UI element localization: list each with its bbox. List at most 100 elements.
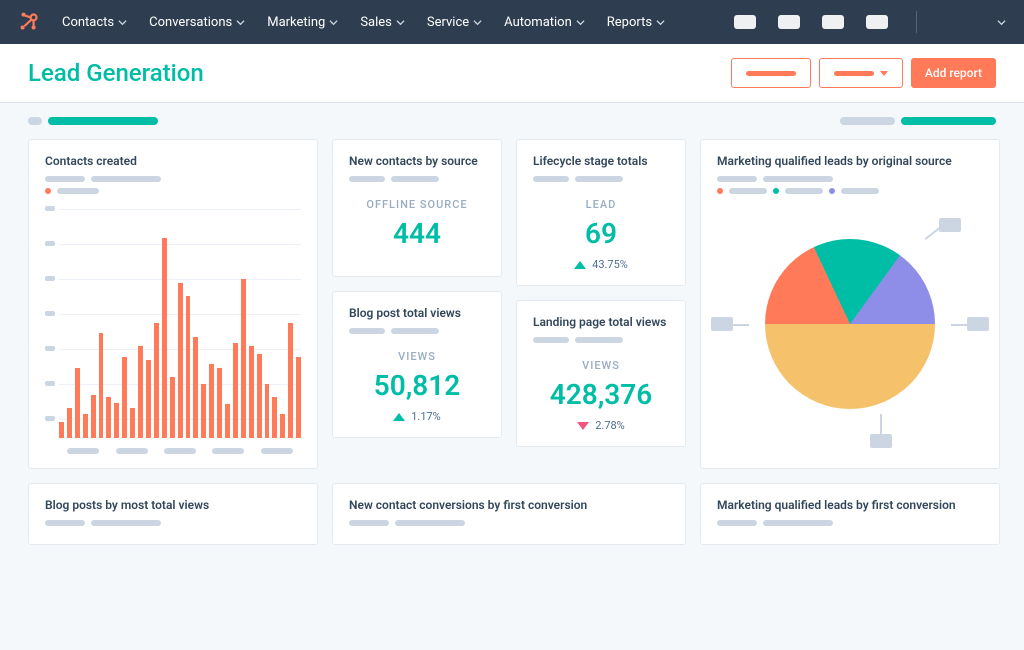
card-mql-by-original-source: Marketing qualified leads by original so… bbox=[700, 139, 1000, 469]
pie-chart bbox=[717, 204, 983, 444]
trend-up-icon bbox=[574, 261, 586, 269]
bar bbox=[122, 357, 127, 438]
bar bbox=[233, 343, 238, 438]
stat-label: LEAD bbox=[533, 198, 669, 211]
bar bbox=[257, 354, 262, 438]
pie-label bbox=[939, 218, 961, 232]
stat-value: 428,376 bbox=[533, 378, 669, 411]
stat-label: OFFLINE SOURCE bbox=[349, 198, 485, 211]
card-landing-page-total-views: Landing page total views VIEWS 428,376 2… bbox=[516, 300, 686, 447]
card-title: Blog post total views bbox=[349, 306, 485, 320]
bar bbox=[265, 384, 270, 438]
trend-up-icon bbox=[393, 413, 405, 421]
card-new-contact-conversions: New contact conversions by first convers… bbox=[332, 483, 686, 545]
nav-conversations[interactable]: Conversations bbox=[149, 15, 245, 30]
card-title: Contacts created bbox=[45, 154, 301, 168]
add-report-button[interactable]: Add report bbox=[911, 58, 996, 88]
hubspot-logo-icon bbox=[18, 11, 40, 33]
bar bbox=[138, 346, 143, 438]
chevron-down-icon bbox=[118, 18, 127, 27]
pie-label bbox=[870, 434, 892, 448]
chevron-down-icon bbox=[656, 18, 665, 27]
bar bbox=[209, 364, 214, 438]
bar bbox=[217, 368, 222, 438]
divider bbox=[916, 11, 917, 33]
bar bbox=[249, 346, 254, 438]
nav-reports[interactable]: Reports bbox=[607, 15, 665, 30]
x-axis-labels bbox=[59, 448, 301, 454]
bar bbox=[193, 337, 198, 438]
bar bbox=[67, 408, 72, 438]
bar bbox=[106, 397, 111, 438]
legend-dot bbox=[773, 188, 779, 194]
delta-value: 43.75% bbox=[592, 258, 628, 271]
delta-value: 2.78% bbox=[595, 419, 625, 432]
nav-contacts[interactable]: Contacts bbox=[62, 15, 127, 30]
stat-value: 69 bbox=[533, 217, 669, 250]
nav-automation[interactable]: Automation bbox=[504, 15, 585, 30]
filter-chip-active[interactable] bbox=[48, 117, 158, 125]
card-title: Lifecycle stage totals bbox=[533, 154, 669, 168]
nav-marketing[interactable]: Marketing bbox=[267, 15, 338, 30]
nav-action[interactable] bbox=[778, 15, 800, 29]
stat-label: VIEWS bbox=[349, 350, 485, 363]
dashboard-grid: Contacts created New contacts by source … bbox=[0, 139, 1024, 469]
bar bbox=[162, 238, 167, 438]
stat-value: 50,812 bbox=[349, 369, 485, 402]
header-outline-button-2[interactable] bbox=[819, 58, 903, 88]
filter-chip[interactable] bbox=[840, 117, 895, 125]
delta-value: 1.17% bbox=[411, 410, 441, 423]
legend-dot bbox=[829, 188, 835, 194]
card-title: New contact conversions by first convers… bbox=[349, 498, 669, 512]
card-title: New contacts by source bbox=[349, 154, 485, 168]
stat-label: VIEWS bbox=[533, 359, 669, 372]
card-blog-posts-by-most-total-views: Blog posts by most total views bbox=[28, 483, 318, 545]
card-title: Marketing qualified leads by original so… bbox=[717, 154, 983, 168]
chevron-down-icon bbox=[576, 18, 585, 27]
card-title: Landing page total views bbox=[533, 315, 669, 329]
bar bbox=[225, 404, 230, 438]
nav-action[interactable] bbox=[866, 15, 888, 29]
chevron-down-icon bbox=[473, 18, 482, 27]
nav-action[interactable] bbox=[822, 15, 844, 29]
page-header: Lead Generation Add report bbox=[0, 44, 1024, 103]
bar bbox=[83, 414, 88, 438]
nav-sales[interactable]: Sales bbox=[360, 15, 405, 30]
legend-dot bbox=[45, 188, 51, 194]
bar bbox=[91, 395, 96, 438]
chevron-down-icon bbox=[396, 18, 405, 27]
bar bbox=[75, 368, 80, 438]
bar-chart bbox=[59, 204, 301, 444]
pie-label bbox=[967, 317, 989, 331]
card-lifecycle-stage-totals: Lifecycle stage totals LEAD 69 43.75% bbox=[516, 139, 686, 286]
bar bbox=[178, 283, 183, 438]
header-outline-button-1[interactable] bbox=[731, 58, 811, 88]
legend-dot bbox=[717, 188, 723, 194]
filter-chip[interactable] bbox=[28, 117, 42, 125]
chevron-down-icon[interactable] bbox=[997, 18, 1006, 27]
top-nav: Contacts Conversations Marketing Sales S… bbox=[0, 0, 1024, 44]
card-mql-by-first-conversion: Marketing qualified leads by first conve… bbox=[700, 483, 1000, 545]
card-title: Marketing qualified leads by first conve… bbox=[717, 498, 983, 512]
bar bbox=[280, 414, 285, 438]
card-contacts-created: Contacts created bbox=[28, 139, 318, 469]
chevron-down-icon bbox=[236, 18, 245, 27]
filter-bar bbox=[0, 103, 1024, 139]
filter-chip-active[interactable] bbox=[901, 117, 996, 125]
bar bbox=[201, 384, 206, 438]
dashboard-row-2: Blog posts by most total views New conta… bbox=[0, 469, 1024, 545]
bar bbox=[99, 333, 104, 438]
chevron-down-icon bbox=[329, 18, 338, 27]
bar bbox=[272, 397, 277, 438]
bar bbox=[146, 360, 151, 438]
caret-down-icon bbox=[880, 71, 888, 76]
nav-service[interactable]: Service bbox=[427, 15, 482, 30]
bar bbox=[170, 377, 175, 438]
nav-action[interactable] bbox=[734, 15, 756, 29]
bar bbox=[241, 279, 246, 438]
bar bbox=[59, 422, 64, 438]
card-blog-post-total-views: Blog post total views VIEWS 50,812 1.17% bbox=[332, 291, 502, 438]
bar bbox=[186, 296, 191, 438]
page-title: Lead Generation bbox=[28, 59, 204, 87]
card-title: Blog posts by most total views bbox=[45, 498, 301, 512]
